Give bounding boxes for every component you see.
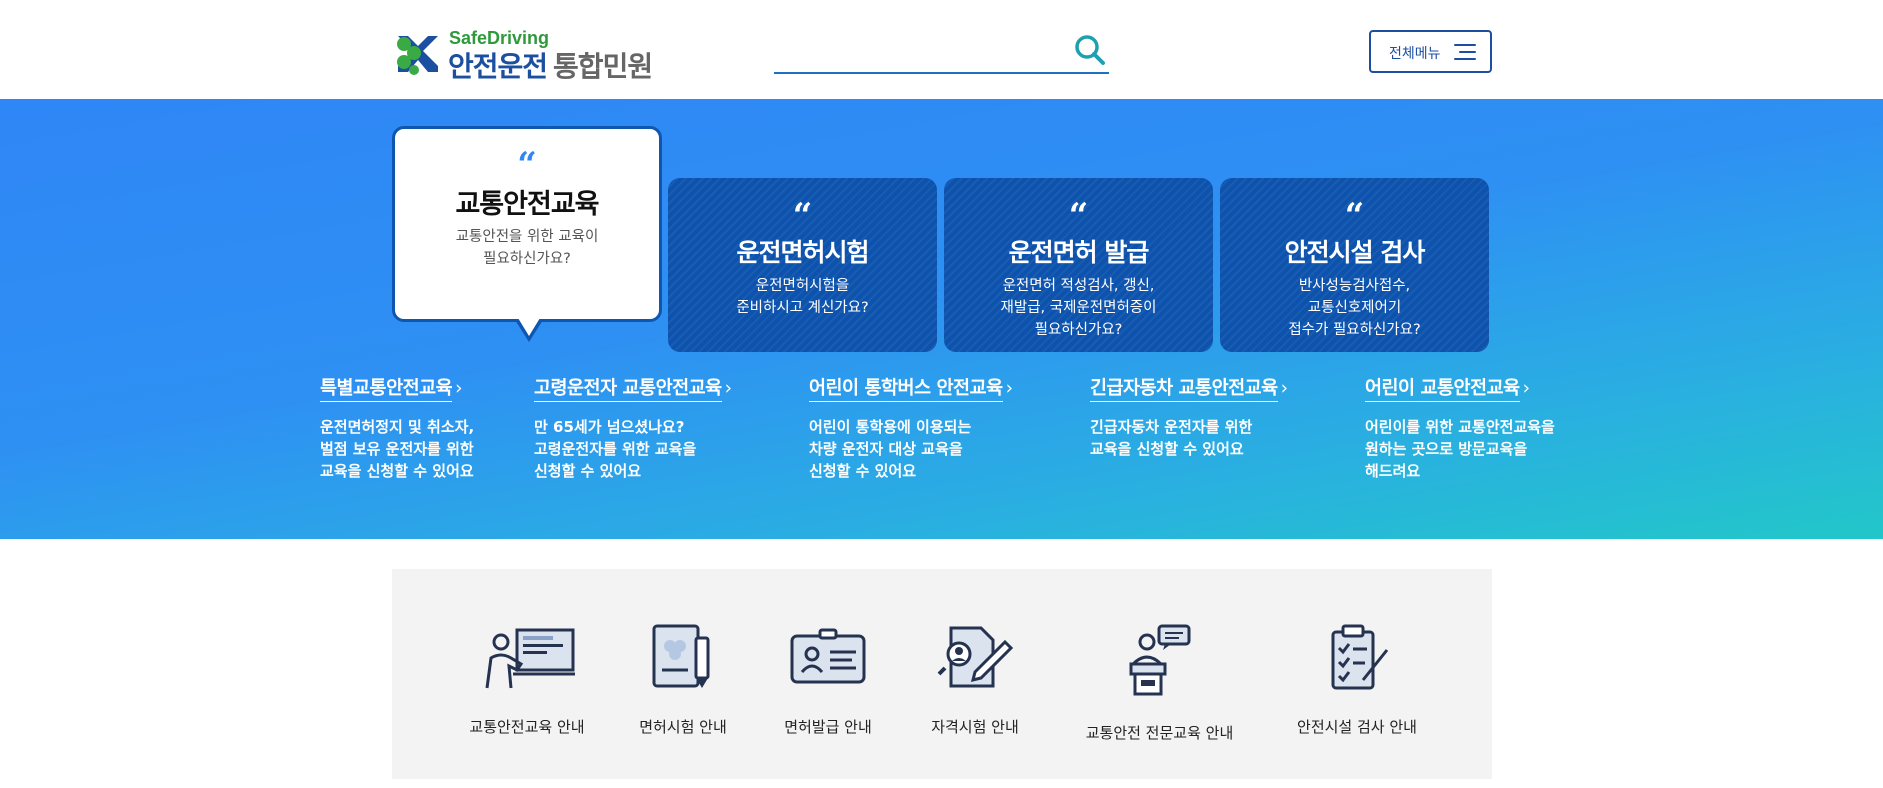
card-description: 반사성능검사접수, 교통신호제어기 접수가 필요하신가요? bbox=[1288, 278, 1421, 338]
search-input[interactable] bbox=[774, 34, 1064, 70]
license-card-icon bbox=[790, 628, 866, 684]
card-safety-facility-inspection[interactable]: “ 안전시설 검사 반사성능검사접수, 교통신호제어기 접수가 필요하신가요? bbox=[1220, 178, 1489, 352]
search-icon bbox=[1075, 35, 1105, 65]
sub-link[interactable]: 어린이 통학버스 안전교육 › bbox=[809, 374, 1013, 402]
certificate-exam-icon bbox=[937, 626, 1013, 688]
sub-link-description: 어린이를 위한 교통안전교육을 원하는 곳으로 방문교육을 해드려요 bbox=[1365, 418, 1555, 480]
quick-link-professional-education[interactable]: 교통안전 전문교육 안내 bbox=[1082, 624, 1237, 743]
sub-link-description: 운전면허정지 및 취소자, 벌점 보유 운전자를 위한 교육을 신청할 수 있어… bbox=[320, 418, 475, 480]
sub-link-school-bus: 어린이 통학버스 안전교육 › 어린이 통학용에 이용되는 차량 운전자 대상 교… bbox=[809, 374, 1013, 482]
sub-link-label: 어린이 통학버스 안전교육 bbox=[809, 378, 1003, 402]
sub-link-description: 어린이 통학용에 이용되는 차량 운전자 대상 교육을 신청할 수 있어요 bbox=[809, 418, 972, 480]
sub-link[interactable]: 고령운전자 교통안전교육 › bbox=[534, 374, 732, 402]
sub-link[interactable]: 긴급자동차 교통안전교육 › bbox=[1090, 374, 1288, 402]
clover-logo-icon bbox=[397, 36, 438, 75]
search-bar bbox=[774, 30, 1109, 74]
logo-title-main: 안전운전 bbox=[448, 50, 548, 83]
exam-document-icon bbox=[652, 624, 710, 688]
logo-title: 안전운전 통합민원 bbox=[448, 45, 653, 85]
site-logo[interactable]: SafeDriving 안전운전 통합민원 bbox=[392, 28, 672, 83]
logo-title-service: 통합민원 bbox=[553, 50, 653, 83]
sub-link-label: 어린이 교통안전교육 bbox=[1365, 378, 1520, 402]
card-license-issue[interactable]: “ 운전면허 발급 운전면허 적성검사, 갱신, 재발급, 국제운전면허증이 필… bbox=[944, 178, 1213, 352]
quick-link-license-issue[interactable]: 면허발급 안내 bbox=[778, 624, 878, 737]
quick-link-traffic-education[interactable]: 교통안전교육 안내 bbox=[462, 624, 592, 737]
sub-link-special-education: 특별교통안전교육 › 운전면허정지 및 취소자, 벌점 보유 운전자를 위한 교육… bbox=[320, 374, 474, 482]
quick-links-panel: 교통안전교육 안내 면허시험 안내 면허발급 안내 자격시험 안내 교통안전 전… bbox=[392, 569, 1492, 779]
chevron-right-icon: › bbox=[455, 378, 463, 399]
hamburger-icon bbox=[1452, 42, 1476, 62]
lecturer-podium-icon bbox=[1129, 624, 1190, 696]
sub-link-label: 긴급자동차 교통안전교육 bbox=[1090, 378, 1278, 402]
chevron-right-icon: › bbox=[1005, 378, 1013, 399]
quick-link-label: 면허시험 안내 bbox=[639, 718, 727, 736]
teacher-board-icon bbox=[485, 628, 575, 689]
search-button[interactable] bbox=[1071, 32, 1109, 70]
hero-section: “ 교통안전교육 교통안전을 위한 교육이 필요하신가요? “ 운전면허시험 운… bbox=[0, 99, 1883, 539]
card-traffic-safety-education[interactable]: “ 교통안전교육 교통안전을 위한 교육이 필요하신가요? bbox=[392, 126, 662, 342]
card-title: 교통안전교육 bbox=[455, 189, 599, 220]
chevron-right-icon: › bbox=[1280, 378, 1288, 399]
sub-link-description: 만 65세가 넘으셨나요? 고령운전자를 위한 교육을 신청할 수 있어요 bbox=[534, 418, 697, 480]
card-description: 운전면허시험을 준비하시고 계신가요? bbox=[736, 278, 869, 316]
full-menu-button[interactable]: 전체메뉴 bbox=[1369, 30, 1492, 73]
quote-icon: “ bbox=[792, 196, 813, 236]
card-title: 운전면허시험 bbox=[736, 238, 869, 267]
site-header: SafeDriving 안전운전 통합민원 전체메뉴 bbox=[0, 0, 1883, 99]
quick-link-label: 면허발급 안내 bbox=[784, 718, 872, 736]
sub-link[interactable]: 어린이 교통안전교육 › bbox=[1365, 374, 1530, 402]
sub-link-children-education: 어린이 교통안전교육 › 어린이를 위한 교통안전교육을 원하는 곳으로 방문교육… bbox=[1365, 374, 1555, 482]
sub-link-label: 특별교통안전교육 bbox=[320, 378, 453, 402]
checklist-clipboard-icon bbox=[1331, 624, 1389, 690]
quick-link-license-exam[interactable]: 면허시험 안내 bbox=[633, 624, 733, 737]
quick-link-label: 안전시설 검사 안내 bbox=[1297, 718, 1417, 736]
quick-link-label: 교통안전 전문교육 안내 bbox=[1085, 724, 1234, 742]
card-description: 교통안전을 위한 교육이 필요하신가요? bbox=[455, 229, 599, 267]
quick-link-safety-facility[interactable]: 안전시설 검사 안내 bbox=[1287, 624, 1427, 737]
sub-link-label: 고령운전자 교통안전교육 bbox=[534, 378, 722, 402]
quick-link-label: 교통안전교육 안내 bbox=[469, 718, 585, 736]
sub-link-description: 긴급자동차 운전자를 위한 교육을 신청할 수 있어요 bbox=[1090, 418, 1253, 458]
chevron-right-icon: › bbox=[1522, 378, 1530, 399]
card-title: 안전시설 검사 bbox=[1284, 238, 1426, 267]
quote-icon: “ bbox=[1344, 196, 1365, 236]
quote-icon: “ bbox=[517, 145, 537, 185]
quote-icon: “ bbox=[1068, 196, 1089, 236]
sub-link-emergency-vehicle: 긴급자동차 교통안전교육 › 긴급자동차 운전자를 위한 교육을 신청할 수 있어… bbox=[1090, 374, 1288, 460]
sub-link[interactable]: 특별교통안전교육 › bbox=[320, 374, 463, 402]
card-description: 운전면허 적성검사, 갱신, 재발급, 국제운전면허증이 필요하신가요? bbox=[1000, 278, 1157, 338]
sub-link-senior-driver: 고령운전자 교통안전교육 › 만 65세가 넘으셨나요? 고령운전자를 위한 교육… bbox=[534, 374, 732, 482]
full-menu-label: 전체메뉴 bbox=[1389, 45, 1441, 61]
card-title: 운전면허 발급 bbox=[1008, 238, 1150, 267]
quick-link-label: 자격시험 안내 bbox=[931, 718, 1019, 736]
chevron-right-icon: › bbox=[724, 378, 732, 399]
quick-link-certificate-exam[interactable]: 자격시험 안내 bbox=[925, 624, 1025, 737]
card-license-exam[interactable]: “ 운전면허시험 운전면허시험을 준비하시고 계신가요? bbox=[668, 178, 937, 352]
